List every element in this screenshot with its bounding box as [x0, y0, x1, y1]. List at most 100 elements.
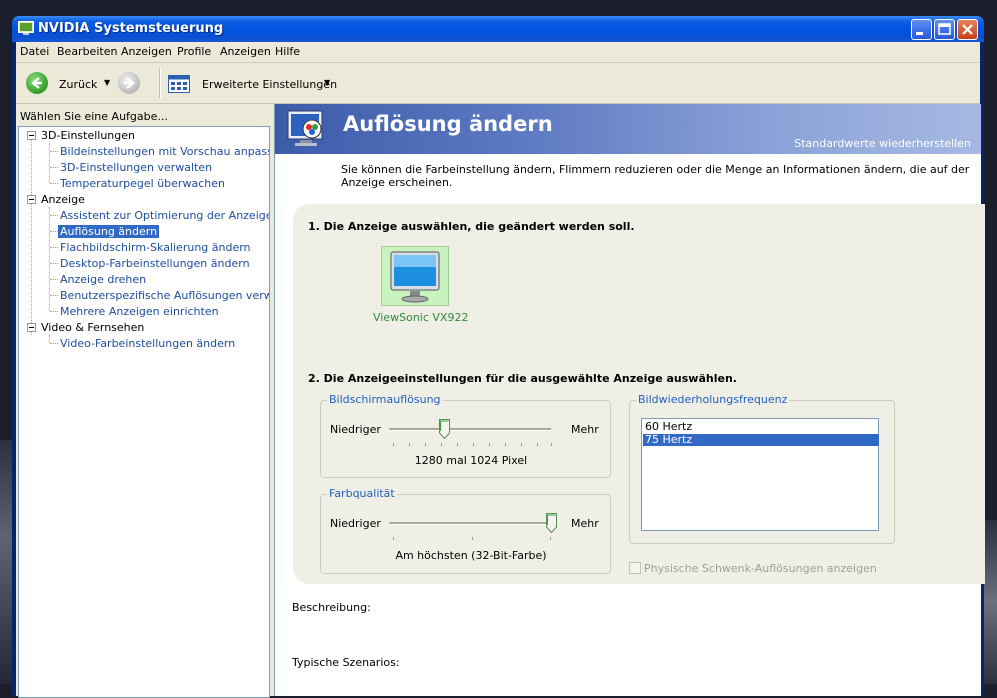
resolution-slider-thumb[interactable]	[438, 419, 450, 439]
menu-anzeigen[interactable]: Anzeigen	[121, 45, 172, 58]
minimize-button[interactable]	[911, 19, 932, 40]
tree-connector	[50, 167, 58, 168]
slider-tick	[441, 443, 442, 446]
tree-connector	[49, 335, 50, 343]
window-title: NVIDIA Systemsteuerung	[38, 21, 224, 36]
close-icon	[962, 24, 973, 35]
slider-tick	[472, 537, 473, 540]
menu-profile[interactable]: Profile	[177, 45, 211, 58]
monitor-selector[interactable]	[381, 246, 449, 306]
menu-bearbeiten[interactable]: Bearbeiten	[57, 45, 117, 58]
tree-item-3d-verwalten[interactable]: 3D-Einstellungen verwalten	[60, 161, 212, 174]
page-title: Auflösung ändern	[343, 112, 553, 136]
color-quality-group: Farbqualität Niedriger Mehr Am höchsten …	[320, 487, 611, 574]
color-slider-track[interactable]	[389, 522, 551, 525]
forward-button[interactable]	[118, 72, 140, 94]
slider-tick	[457, 443, 458, 446]
tree-item-mehrere-anzeigen[interactable]: Mehrere Anzeigen einrichten	[60, 305, 219, 318]
slider-tick	[521, 443, 522, 446]
menu-datei[interactable]: Datei	[20, 45, 49, 58]
tree-category-3d[interactable]: 3D-Einstellungen	[41, 129, 135, 142]
tree-connector	[50, 311, 58, 312]
slider-tick	[505, 443, 506, 446]
color-low-label: Niedriger	[330, 517, 381, 530]
slider-tick	[550, 537, 551, 540]
advanced-dropdown-icon[interactable]: ▼	[324, 78, 330, 87]
refresh-rate-list[interactable]: 60 Hertz 75 Hertz	[641, 418, 879, 531]
back-arrow-icon	[31, 77, 42, 89]
forward-arrow-icon	[124, 77, 135, 89]
color-slider-thumb[interactable]	[545, 513, 557, 533]
tree-item-desktop-farben[interactable]: Desktop-Farbeinstellungen ändern	[60, 257, 250, 270]
maximize-icon	[938, 23, 951, 35]
nvidia-window: NVIDIA Systemsteuerung Datei Bearbeiten …	[12, 16, 985, 698]
slider-tick	[537, 443, 538, 446]
panning-checkbox-label[interactable]: Physische Schwenk-Auflösungen anzeigen	[644, 562, 877, 575]
menu-bar: Datei Bearbeiten Anzeigen Profile Anzeig…	[16, 42, 980, 63]
close-button[interactable]	[957, 19, 978, 40]
monitor-name[interactable]: ViewSonic VX922	[373, 311, 468, 324]
panning-checkbox[interactable]	[629, 562, 641, 574]
tree-item-bildeinstellungen[interactable]: Bildeinstellungen mit Vorschau anpassen	[60, 145, 269, 158]
settings-panel: 1. Die Anzeige auswählen, die geändert w…	[293, 204, 985, 584]
tree-connector	[50, 231, 58, 232]
tree-item-temperatur[interactable]: Temperaturpegel überwachen	[60, 177, 225, 190]
page-banner: Auflösung ändern Standardwerte wiederher…	[275, 104, 981, 154]
back-button[interactable]	[26, 72, 48, 94]
tree-connector	[31, 139, 32, 335]
slider-tick	[393, 443, 394, 446]
slider-tick	[393, 537, 394, 540]
main-pane: Auflösung ändern Standardwerte wiederher…	[274, 104, 985, 696]
step1-heading: 1. Die Anzeige auswählen, die geändert w…	[308, 220, 635, 233]
tree-category-video[interactable]: Video & Fernsehen	[41, 321, 144, 334]
step2-heading: 2. Die Anzeigeeinstellungen für die ausg…	[308, 372, 737, 385]
toolbar-separator	[159, 68, 161, 98]
resolution-low-label: Niedriger	[330, 423, 381, 436]
advanced-settings-label[interactable]: Erweiterte Einstellungen	[202, 78, 337, 91]
slider-tick	[489, 443, 490, 446]
tree-connector	[50, 279, 58, 280]
resolution-group: Bildschirmauflösung Niedriger Mehr 1280 …	[320, 393, 611, 478]
maximize-button[interactable]	[934, 19, 955, 40]
tree-item-aufloesung[interactable]: Auflösung ändern	[58, 225, 160, 238]
slider-tick	[473, 443, 474, 446]
tree-connector	[50, 343, 58, 344]
tree-item-video-farben[interactable]: Video-Farbeinstellungen ändern	[60, 337, 235, 350]
page-intro: Sie können die Farbeinstellung ändern, F…	[341, 163, 970, 189]
tree-item-skalierung[interactable]: Flachbildschirm-Skalierung ändern	[60, 241, 251, 254]
display-settings-icon	[287, 110, 323, 146]
collapse-anzeige-icon[interactable]	[27, 195, 36, 204]
resolution-legend: Bildschirmauflösung	[327, 393, 443, 406]
menu-hilfe[interactable]: Hilfe	[275, 45, 300, 58]
color-quality-legend: Farbqualität	[327, 487, 397, 500]
tree-item-benutzer-aufloesungen[interactable]: Benutzerspezifische Auflösungen verwalte…	[60, 289, 269, 302]
resolution-high-label: Mehr	[571, 423, 599, 436]
collapse-video-icon[interactable]	[27, 323, 36, 332]
minimize-icon	[916, 32, 923, 35]
back-dropdown-icon[interactable]: ▼	[104, 78, 110, 87]
description-label: Beschreibung:	[292, 601, 371, 614]
window-client: Datei Bearbeiten Anzeigen Profile Anzeig…	[16, 42, 985, 698]
tree-connector	[50, 183, 58, 184]
tree-connector	[49, 143, 50, 183]
resolution-slider-track[interactable]	[389, 428, 551, 431]
refresh-option-60[interactable]: 60 Hertz	[643, 421, 879, 433]
task-pane: Wählen Sie eine Aufgabe... 3D-Einstellun…	[16, 104, 272, 698]
restore-defaults-link[interactable]: Standardwerte wiederherstellen	[794, 137, 971, 150]
scenarios-label: Typische Szenarios:	[292, 656, 400, 669]
tree-item-assistent[interactable]: Assistent zur Optimierung der Anzeige au…	[60, 209, 269, 222]
refresh-option-75[interactable]: 75 Hertz	[643, 434, 879, 446]
color-value: Am höchsten (32-Bit-Farbe)	[395, 549, 547, 562]
slider-tick	[551, 443, 552, 446]
advanced-settings-icon[interactable]	[168, 75, 190, 93]
resolution-value: 1280 mal 1024 Pixel	[414, 454, 528, 467]
tree-item-drehen[interactable]: Anzeige drehen	[60, 273, 146, 286]
tree-category-anzeige[interactable]: Anzeige	[41, 193, 85, 206]
color-high-label: Mehr	[571, 517, 599, 530]
back-label[interactable]: Zurück	[59, 78, 97, 91]
title-bar[interactable]: NVIDIA Systemsteuerung	[12, 16, 984, 42]
menu-anzeigen-2[interactable]: Anzeigen	[220, 45, 271, 58]
tree-connector	[50, 263, 58, 264]
collapse-3d-icon[interactable]	[27, 131, 36, 140]
content-area: Wählen Sie eine Aufgabe... 3D-Einstellun…	[16, 104, 985, 698]
